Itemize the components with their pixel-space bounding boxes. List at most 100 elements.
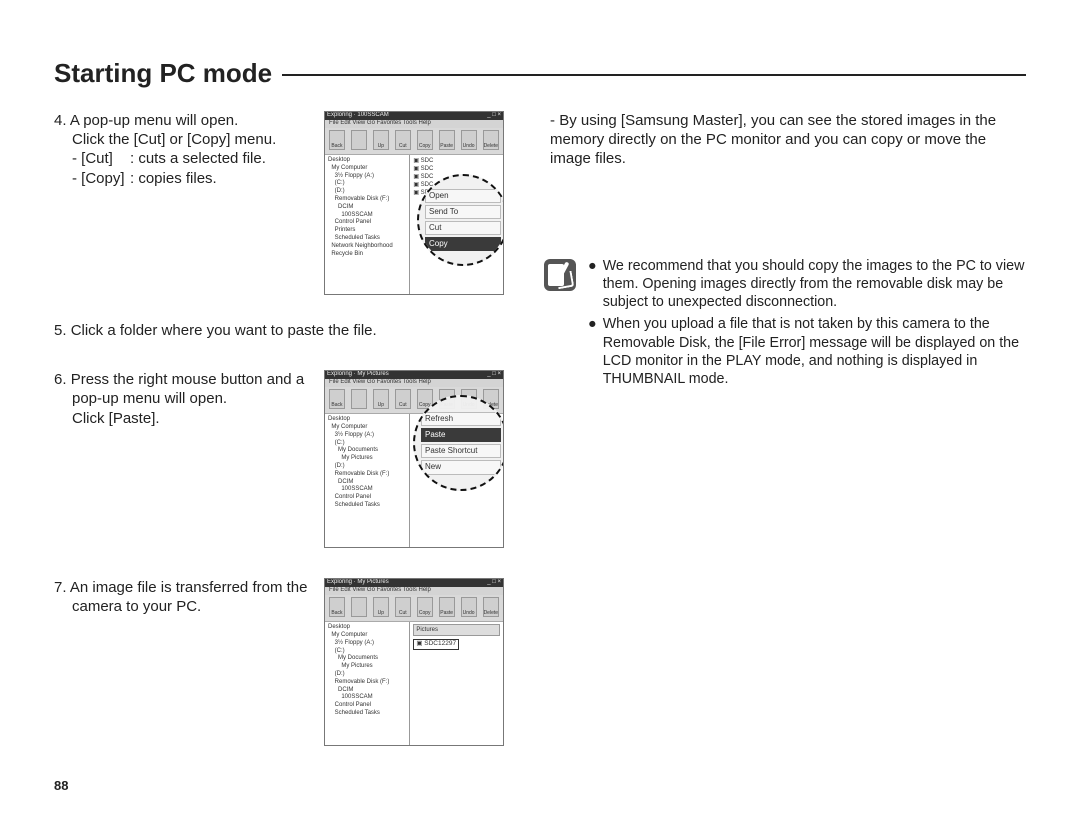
pane-item: ▣ SDC	[413, 157, 500, 165]
figure-3-pane-item: ▣ SDC12297	[413, 639, 459, 650]
figure-3-toolbar: BackUpCutCopyPasteUndoDelete	[325, 595, 503, 622]
step-5-text: Click a folder where you want to paste t…	[71, 322, 377, 339]
figure-1-callout: OpenSend ToCutCopy	[417, 174, 504, 266]
cut-label: - [Cut]	[72, 149, 130, 168]
toolbar-button: Copy	[417, 130, 433, 150]
tree-line: Desktop	[328, 416, 406, 424]
step-7: 7. An image file is transferred from the…	[54, 578, 512, 746]
page-number: 88	[54, 778, 68, 793]
figure-2-title-right: _ □ ×	[487, 371, 501, 379]
step-5-num: 5.	[54, 322, 67, 339]
tree-line: My Computer	[328, 632, 406, 640]
toolbar-button: Delete	[483, 597, 499, 617]
step-4: 4. A pop-up menu will open. Click the [C…	[54, 111, 512, 295]
toolbar-button	[351, 130, 367, 150]
figure-2-menubar: File Edit View Go Favorites Tools Help	[325, 379, 503, 387]
toolbar-button: Paste	[439, 130, 455, 150]
tree-line: My Documents	[328, 447, 406, 455]
context-menu-item: Open	[425, 189, 501, 203]
figure-1-menubar: File Edit View Go Favorites Tools Help	[325, 120, 503, 128]
figure-1-toolbar: BackUpCutCopyPasteUndoDelete	[325, 128, 503, 155]
tree-line: 3½ Floppy (A:)	[328, 640, 406, 648]
figure-3-menubar: File Edit View Go Favorites Tools Help	[325, 587, 503, 595]
tree-line: Network Neighborhood	[328, 243, 406, 251]
step-4-text: 4. A pop-up menu will open. Click the [C…	[54, 111, 312, 188]
tree-line: Control Panel	[328, 494, 406, 502]
manual-page: Starting PC mode 4. A pop-up menu will o…	[0, 0, 1080, 815]
toolbar-button: Up	[373, 130, 389, 150]
step-4-num: 4.	[54, 112, 67, 129]
tree-line: (D:)	[328, 671, 406, 679]
step-6-text: 6. Press the right mouse button and a po…	[54, 370, 312, 428]
tree-line: 3½ Floppy (A:)	[328, 432, 406, 440]
tree-line: Scheduled Tasks	[328, 235, 406, 243]
step-6-l3: Click [Paste].	[54, 409, 312, 428]
note-box: ● We recommend that you should copy the …	[544, 257, 1026, 393]
context-menu-item: Paste Shortcut	[421, 444, 501, 458]
figure-3-pane: Pictures ▣ SDC12297	[410, 622, 503, 746]
context-menu-item: Paste	[421, 428, 501, 442]
toolbar-button	[351, 389, 367, 409]
figure-1-titlebar: Exploring · 100SSCAM _ □ ×	[325, 112, 503, 120]
step-7-l1: An image file is transferred from the	[70, 579, 308, 596]
step-6-line: 6. Press the right mouse button and a	[54, 370, 312, 389]
tree-line: (D:)	[328, 188, 406, 196]
tree-line: 100SSCAM	[328, 694, 406, 702]
tree-line: Desktop	[328, 624, 406, 632]
toolbar-button: Back	[329, 597, 345, 617]
title-rule	[282, 74, 1026, 76]
tree-line: Control Panel	[328, 219, 406, 227]
tree-line: Control Panel	[328, 702, 406, 710]
bullet-dot: ●	[588, 257, 597, 312]
figure-2-title-left: Exploring · My Pictures	[327, 371, 389, 379]
toolbar-button: Delete	[483, 130, 499, 150]
figure-3-explorer: Exploring · My Pictures _ □ × File Edit …	[324, 578, 504, 746]
note-item-2-text: When you upload a file that is not taken…	[603, 315, 1026, 388]
tree-line: Desktop	[328, 157, 406, 165]
left-column: 4. A pop-up menu will open. Click the [C…	[54, 111, 512, 746]
context-menu-item: New	[421, 460, 501, 474]
toolbar-button: Undo	[461, 597, 477, 617]
step-4-l2: Click the [Cut] or [Copy] menu.	[54, 130, 312, 149]
toolbar-button: Back	[329, 389, 345, 409]
right-top-text: By using [Samsung Master], you can see t…	[550, 112, 996, 167]
tree-line: Recycle Bin	[328, 251, 406, 259]
step-4-cut: - [Cut] : cuts a selected file.	[54, 149, 312, 168]
toolbar-button: Back	[329, 130, 345, 150]
toolbar-button: Up	[373, 389, 389, 409]
tree-line: (D:)	[328, 463, 406, 471]
step-7-line: 7. An image file is transferred from the	[54, 578, 312, 597]
figure-3-titlebar: Exploring · My Pictures _ □ ×	[325, 579, 503, 587]
tree-line: Scheduled Tasks	[328, 710, 406, 718]
tree-line: DCIM	[328, 479, 406, 487]
toolbar-button: Copy	[417, 597, 433, 617]
tree-line: 100SSCAM	[328, 486, 406, 494]
tree-line: My Pictures	[328, 455, 406, 463]
figure-2-titlebar: Exploring · My Pictures _ □ ×	[325, 371, 503, 379]
tree-line: Removable Disk (F:)	[328, 471, 406, 479]
bullet-dot: ●	[588, 315, 597, 388]
cut-desc: : cuts a selected file.	[130, 149, 266, 168]
step-6-l2: pop-up menu will open.	[54, 389, 312, 408]
pane-item: ▣ SDC	[413, 165, 500, 173]
step-4-line: 4. A pop-up menu will open.	[54, 111, 312, 130]
context-menu-item: Copy	[425, 237, 501, 251]
figure-2-explorer: Exploring · My Pictures _ □ × File Edit …	[324, 370, 504, 548]
tree-line: My Computer	[328, 165, 406, 173]
tree-line: (C:)	[328, 440, 406, 448]
tree-line: (C:)	[328, 180, 406, 188]
tree-line: Printers	[328, 227, 406, 235]
figure-1-title-left: Exploring · 100SSCAM	[327, 112, 389, 120]
tree-line: (C:)	[328, 648, 406, 656]
context-menu-item: Refresh	[421, 412, 501, 426]
note-item-2: ● When you upload a file that is not tak…	[588, 315, 1026, 388]
step-7-l2: camera to your PC.	[54, 597, 312, 616]
step-6-num: 6.	[54, 371, 67, 388]
columns: 4. A pop-up menu will open. Click the [C…	[54, 111, 1026, 746]
right-top-paragraph: - By using [Samsung Master], you can see…	[544, 111, 1026, 169]
copy-label: - [Copy]	[72, 169, 130, 188]
note-list: ● We recommend that you should copy the …	[588, 257, 1026, 393]
note-item-1-text: We recommend that you should copy the im…	[603, 257, 1026, 312]
tree-line: My Computer	[328, 424, 406, 432]
step-7-text: 7. An image file is transferred from the…	[54, 578, 312, 616]
